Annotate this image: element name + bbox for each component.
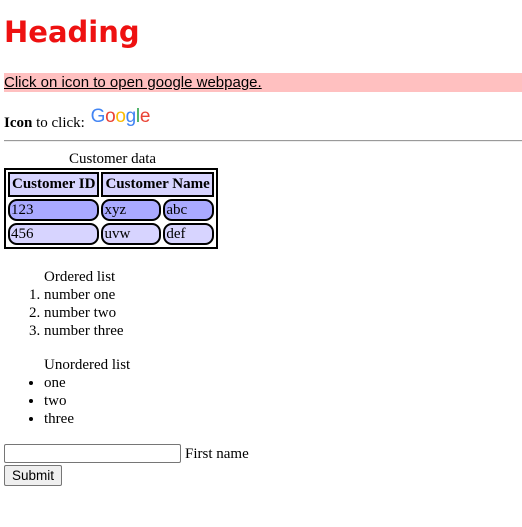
link-bar: Click on icon to open google webpage.	[4, 73, 522, 92]
first-name-input[interactable]	[4, 444, 181, 463]
horizontal-rule	[4, 140, 522, 142]
logo-letter: e	[139, 106, 151, 127]
table-row: 456 uvw def	[8, 223, 214, 245]
table-cell: def	[163, 223, 214, 245]
list-item: three	[44, 410, 74, 428]
table-cell: uvw	[101, 223, 162, 245]
table-row: 123 xyz abc	[8, 199, 214, 221]
table-caption: Customer data	[69, 151, 157, 167]
table-cell: 123	[8, 199, 100, 221]
list-item: one	[44, 374, 74, 392]
header-customer-id: Customer ID	[8, 172, 100, 197]
table-cell: abc	[163, 199, 214, 221]
icon-row: Icon to click: Google	[4, 106, 151, 132]
open-google-link[interactable]: Click on icon to open google webpage.	[4, 74, 262, 91]
icon-label-text: to click:	[32, 115, 89, 131]
header-customer-name: Customer Name	[101, 172, 214, 197]
google-logo-icon[interactable]: Google	[91, 106, 151, 128]
first-name-label: First name	[185, 446, 249, 462]
unordered-list-title: Unordered list	[44, 357, 131, 373]
list-item: two	[44, 392, 74, 410]
submit-button[interactable]: Submit	[4, 465, 62, 486]
list-item: number three	[44, 322, 124, 340]
page-heading: Heading	[4, 15, 140, 49]
logo-letter: o	[105, 106, 116, 127]
logo-letter: o	[115, 106, 126, 127]
logo-letter: g	[125, 106, 137, 127]
ordered-list: number one number two number three	[4, 286, 124, 340]
icon-label-bold: Icon	[4, 115, 33, 131]
list-item: number one	[44, 286, 124, 304]
table-cell: 456	[8, 223, 100, 245]
unordered-list: one two three	[4, 374, 74, 428]
logo-letter: G	[90, 106, 106, 127]
customer-table: Customer ID Customer Name 123 xyz abc 45…	[4, 168, 218, 249]
ordered-list-title: Ordered list	[44, 269, 116, 285]
table-cell: xyz	[101, 199, 162, 221]
list-item: number two	[44, 304, 124, 322]
table-header-row: Customer ID Customer Name	[8, 172, 214, 197]
